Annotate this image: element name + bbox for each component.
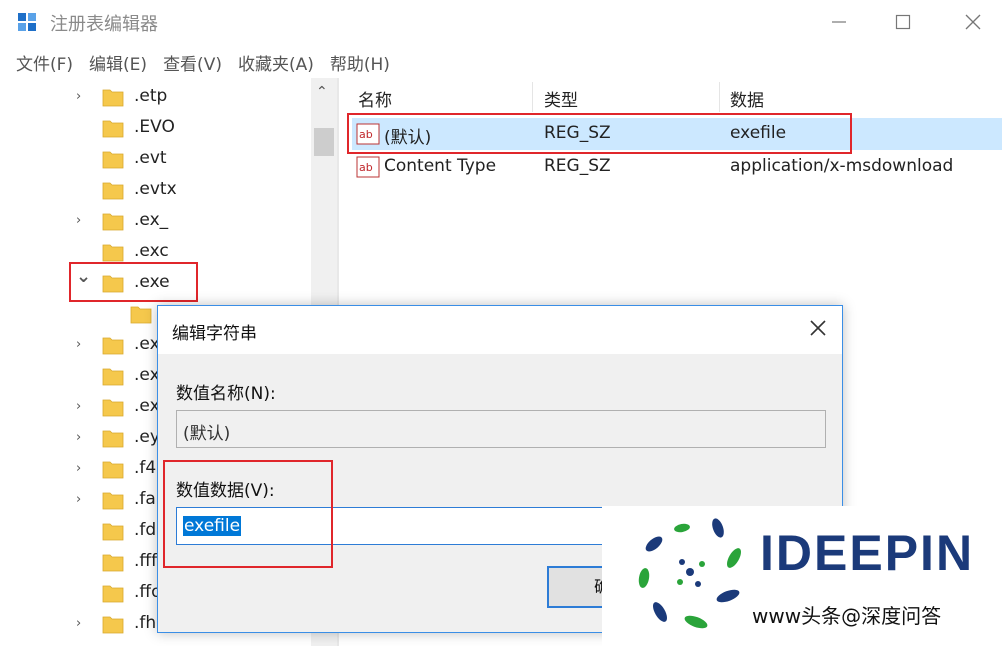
folder-icon — [102, 461, 124, 479]
tree-item[interactable]: .evt — [0, 144, 310, 175]
chevron-right-icon[interactable]: › — [76, 214, 90, 228]
chevron-right-icon[interactable]: › — [76, 617, 90, 631]
chevron-right-icon[interactable]: › — [76, 400, 90, 414]
row-type: REG_SZ — [544, 156, 611, 176]
tree-item-label: .ex_ — [134, 210, 169, 230]
tree-item-label: .evt — [134, 148, 167, 168]
folder-icon — [130, 306, 152, 324]
chevron-right-icon[interactable]: › — [76, 338, 90, 352]
folder-icon — [102, 120, 124, 138]
menu-edit[interactable]: 编辑(E) — [81, 46, 155, 76]
row-name: Content Type — [384, 156, 497, 176]
watermark: IDEEPIN www头条@深度问答 — [602, 506, 1002, 646]
tree-item-label: .f4 — [134, 458, 157, 478]
chevron-right-icon[interactable]: › — [76, 493, 90, 507]
column-data[interactable]: 数据 — [730, 86, 764, 111]
close-button[interactable] — [950, 4, 996, 40]
column-separator — [719, 82, 720, 112]
registry-editor-icon — [18, 13, 36, 31]
folder-icon — [102, 430, 124, 448]
row-data: application/x-msdownload — [730, 156, 954, 176]
folder-icon — [102, 244, 124, 262]
menu-file[interactable]: 文件(F) — [8, 46, 81, 76]
tree-item-label: .ex — [134, 396, 160, 416]
title-bar: 注册表编辑器 — [0, 0, 1002, 44]
tree-item-label: .ex — [134, 365, 160, 385]
tree-item[interactable]: .evtx — [0, 175, 310, 206]
menu-view[interactable]: 查看(V) — [155, 46, 230, 76]
folder-icon — [102, 554, 124, 572]
chevron-right-icon[interactable]: › — [76, 90, 90, 104]
folder-icon — [102, 182, 124, 200]
scroll-thumb[interactable] — [314, 128, 334, 156]
exe-highlight — [69, 262, 198, 302]
folder-icon — [102, 492, 124, 510]
value-data-highlight — [163, 460, 333, 568]
close-icon — [965, 14, 981, 30]
default-row-highlight — [347, 113, 852, 154]
folder-icon — [102, 585, 124, 603]
tree-item-label: .EVO — [134, 117, 175, 137]
list-row-content-type[interactable]: ab Content Type REG_SZ application/x-msd… — [352, 151, 1002, 183]
tree-item-label: .ex — [134, 334, 160, 354]
tree-item-label: .etp — [134, 86, 168, 106]
svg-text:ab: ab — [359, 161, 373, 174]
value-name-field: (默认) — [176, 410, 826, 448]
tree-item-label: .fh — [134, 613, 157, 633]
tree-item-label: .exc — [134, 241, 169, 261]
menu-help[interactable]: 帮助(H) — [322, 46, 398, 76]
watermark-credit: www头条@深度问答 — [752, 604, 942, 628]
scroll-up-icon[interactable]: ⌃ — [316, 84, 328, 100]
menu-bar: 文件(F) 编辑(E) 查看(V) 收藏夹(A) 帮助(H) — [0, 46, 398, 76]
maximize-icon — [895, 14, 911, 30]
dialog-close-button[interactable] — [806, 316, 830, 340]
maximize-button[interactable] — [880, 4, 926, 40]
column-type[interactable]: 类型 — [544, 86, 578, 111]
chevron-right-icon[interactable]: › — [76, 462, 90, 476]
deepin-logo-icon — [638, 518, 741, 629]
folder-icon — [102, 213, 124, 231]
minimize-button[interactable] — [816, 4, 862, 40]
column-separator — [532, 82, 533, 112]
window-title: 注册表编辑器 — [50, 14, 158, 35]
folder-icon — [102, 523, 124, 541]
tree-item[interactable]: › .etp — [0, 82, 310, 113]
tree-item-label: .fa — [134, 489, 156, 509]
tree-item[interactable]: › .ex_ — [0, 206, 310, 237]
close-icon — [810, 320, 826, 336]
folder-icon — [102, 616, 124, 634]
folder-icon — [102, 151, 124, 169]
tree-item-label: .fff — [134, 551, 158, 571]
watermark-brand: IDEEPIN — [760, 525, 975, 581]
chevron-right-icon[interactable]: › — [76, 431, 90, 445]
tree-item-label: .fd — [134, 520, 157, 540]
dialog-title: 编辑字符串 — [172, 324, 257, 344]
folder-icon — [102, 368, 124, 386]
string-value-icon: ab — [356, 156, 380, 178]
value-name-label: 数值名称(N): — [176, 384, 276, 404]
folder-icon — [102, 337, 124, 355]
tree-item-label: .evtx — [134, 179, 177, 199]
tree-item[interactable]: .EVO — [0, 113, 310, 144]
folder-icon — [102, 89, 124, 107]
column-name[interactable]: 名称 — [358, 86, 392, 111]
menu-favorites[interactable]: 收藏夹(A) — [230, 46, 322, 76]
minimize-icon — [832, 21, 846, 23]
folder-icon — [102, 399, 124, 417]
